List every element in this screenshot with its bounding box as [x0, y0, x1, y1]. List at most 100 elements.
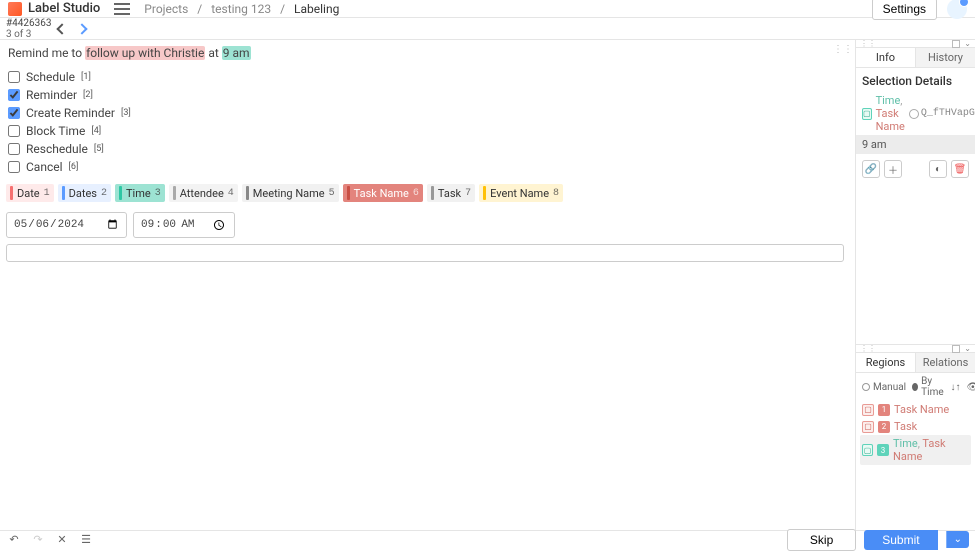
span-task-name[interactable]: follow up with Christie — [85, 46, 205, 60]
drag-handle-icon[interactable]: ⋮⋮ — [833, 44, 853, 55]
close-icon[interactable]: ✕ — [54, 533, 70, 547]
sort-direction-icon[interactable]: ↓↑ — [951, 382, 961, 393]
checkbox[interactable] — [8, 125, 20, 137]
visibility-icon[interactable]: ◐ — [929, 160, 947, 178]
logo — [8, 2, 22, 16]
expand-icon[interactable] — [952, 345, 960, 353]
check-label: Reminder — [26, 88, 77, 102]
label-date[interactable]: Date 1 — [6, 184, 54, 202]
check-hotkey: [2] — [83, 90, 93, 100]
region-number: 3 — [877, 444, 889, 456]
check-hotkey: [3] — [121, 108, 131, 118]
panel-strip-top: ⋮⋮ ⌄ — [856, 40, 975, 48]
checkbox[interactable] — [8, 143, 20, 155]
label-task[interactable]: Task7 — [427, 184, 475, 202]
check-hotkey: [6] — [69, 162, 79, 172]
crumb-projects[interactable]: Projects — [144, 2, 188, 16]
visibility-toggle-icon[interactable]: 👁 — [967, 382, 975, 393]
settings-sliders-icon[interactable]: ☰ — [78, 533, 94, 547]
label-text: Attendee — [180, 187, 224, 200]
tab-history[interactable]: History — [916, 48, 975, 67]
prev-task-button[interactable] — [52, 21, 72, 37]
expand-icon[interactable] — [952, 40, 960, 48]
region-label: Task Name — [894, 403, 949, 416]
sort-by-time[interactable]: By Time↓↑ — [912, 376, 960, 398]
label-hotkey: 7 — [465, 188, 471, 199]
check-label: Cancel — [26, 160, 63, 174]
selection-badge-icon: ▢ — [862, 108, 872, 120]
tab-relations[interactable]: Relations — [916, 353, 975, 372]
check-hotkey: [4] — [91, 126, 101, 136]
check-reminder: Reminder [2] — [8, 88, 849, 102]
span-time[interactable]: 9 am — [222, 46, 251, 60]
skip-button[interactable]: Skip — [787, 529, 856, 551]
checkbox[interactable] — [8, 161, 20, 173]
crumb-project[interactable]: testing 123 — [211, 2, 271, 16]
link-icon[interactable]: 🔗 — [862, 160, 880, 178]
region-label: Task — [894, 420, 917, 433]
sentence-mid: at — [205, 46, 221, 60]
menu-icon[interactable] — [114, 3, 130, 15]
annotation-sentence: Remind me to follow up with Christie at … — [8, 46, 849, 60]
checkbox[interactable] — [8, 89, 20, 101]
id-ring-icon — [909, 109, 919, 119]
selection-labels: Time, Task Name — [876, 94, 905, 133]
label-hotkey: 1 — [44, 188, 50, 199]
label-hotkey: 8 — [553, 188, 559, 199]
check-label: Block Time — [26, 124, 85, 138]
label-text: Task Name — [354, 187, 409, 200]
undo-icon[interactable]: ↶ — [6, 533, 22, 547]
check-reschedule: Reschedule[5] — [8, 142, 849, 156]
plus-icon[interactable]: ＋ — [884, 160, 902, 178]
checkbox[interactable] — [8, 107, 20, 119]
collapse-icon[interactable]: ⌄ — [964, 344, 971, 353]
region-item[interactable]: ▢ 2 Task — [860, 418, 971, 435]
selection-text: 9 am — [856, 135, 975, 154]
label-task-name[interactable]: Task Name 6 — [343, 184, 423, 202]
label-toolbar: Date1Dates2Time3Attendee4Meeting Name5Ta… — [6, 184, 849, 202]
redo-icon: ↷ — [30, 533, 46, 547]
check-block-time: Block Time [4] — [8, 124, 849, 138]
label-dates[interactable]: Dates2 — [58, 184, 111, 202]
label-meeting-name[interactable]: Meeting Name5 — [242, 184, 339, 202]
label-hotkey: 4 — [228, 188, 234, 199]
grip-icon[interactable]: ⋮⋮ — [860, 344, 876, 353]
label-hotkey: 6 — [413, 188, 419, 199]
region-number: 1 — [878, 404, 890, 416]
region-item[interactable]: ▢3Time, Task Name — [860, 435, 971, 465]
time-input[interactable] — [133, 212, 235, 238]
selection-id: Q_fTHVapGV — [909, 108, 975, 119]
checkbox[interactable] — [8, 71, 20, 83]
grip-icon[interactable]: ⋮⋮ — [860, 39, 876, 48]
tab-info[interactable]: Info — [856, 48, 916, 67]
label-time[interactable]: Time3 — [115, 184, 165, 202]
next-task-button[interactable] — [72, 21, 92, 37]
label-text: Meeting Name — [253, 187, 325, 200]
sort-manual[interactable]: Manual — [862, 382, 906, 393]
collapse-icon[interactable]: ⌄ — [964, 39, 971, 48]
regions-list: ▢ 1 Task Name ▢ 2 Task▢3Time, Task Name — [856, 401, 975, 465]
region-number: 2 — [878, 421, 890, 433]
label-event-name[interactable]: Event Name8 — [479, 184, 563, 202]
label-text: Date — [17, 187, 40, 200]
check-create-reminder: Create Reminder[3] — [8, 106, 849, 120]
label-attendee[interactable]: Attendee 4 — [169, 184, 238, 202]
task-id-block: #4426363 3 of 3 — [6, 18, 52, 40]
label-text: Time — [126, 187, 151, 200]
delete-icon[interactable]: 🗑 — [951, 160, 969, 178]
date-input[interactable] — [6, 212, 127, 238]
crumb-current: Labeling — [294, 2, 339, 16]
check-schedule: Schedule[1] — [8, 70, 849, 84]
check-label: Schedule — [26, 70, 75, 84]
settings-button[interactable]: Settings — [872, 0, 937, 20]
check-hotkey: [5] — [94, 144, 104, 154]
region-item[interactable]: ▢1Task Name — [860, 401, 971, 418]
region-badge-icon: ▢ — [862, 421, 874, 433]
text-area[interactable] — [6, 244, 844, 262]
submit-dropdown[interactable]: ⌄ — [946, 531, 969, 548]
tab-regions[interactable]: Regions — [856, 353, 916, 372]
avatar[interactable] — [947, 0, 967, 19]
task-id: #4426363 — [6, 18, 52, 29]
check-cancel: Cancel [6] — [8, 160, 849, 174]
submit-button[interactable]: Submit — [864, 530, 937, 550]
